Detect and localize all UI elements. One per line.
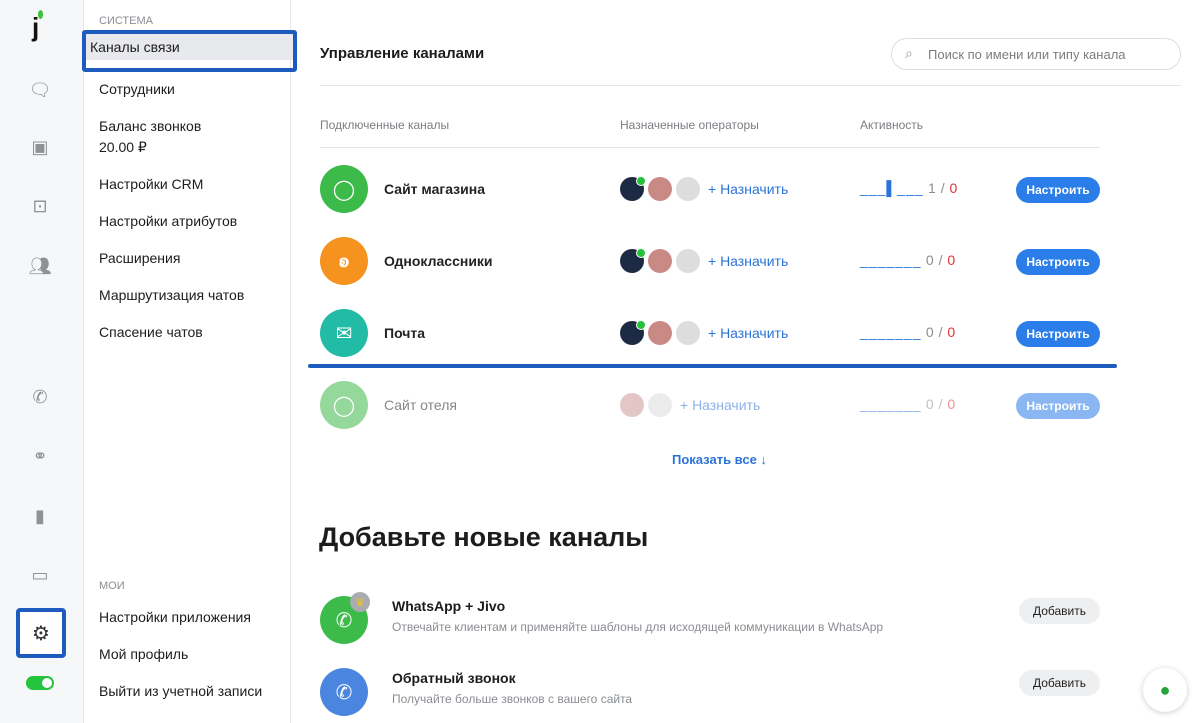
channel-description: Получайте больше звонков с вашего сайта [392,692,633,706]
menu-item-app-settings[interactable]: Настройки приложения [99,607,251,627]
settings-menu: СИСТЕМА Каналы связи Сотрудники Баланс з… [82,0,297,723]
phone-icon[interactable]: ✆ [26,383,54,411]
operator-avatar[interactable] [620,393,644,417]
channel-row: ◯ Сайт отеля + Назначить _______ 0 / 0 Н… [320,381,1100,441]
add-button[interactable]: Добавить [1019,670,1100,696]
configure-button[interactable]: Настроить [1016,177,1100,203]
menu-item-crm[interactable]: Настройки CRM [99,174,203,194]
show-all-link[interactable]: Показать все ↓ [672,452,767,467]
activity-sparkline: _______ [860,252,922,268]
assign-link[interactable]: + Назначить [708,325,788,341]
activity-count: 0 [925,252,935,268]
column-header: Активность [860,118,924,132]
activity-sparkline: _______ [860,324,922,340]
search-input[interactable]: ⌕ Поиск по имени или типу канала [891,38,1181,70]
channel-row: ◯ Сайт магазина + Назначить ___▌___ 1 / … [320,165,1100,225]
menu-item-call-balance[interactable]: Баланс звонков 20.00 ₽ [99,116,201,157]
menu-item-attributes[interactable]: Настройки атрибутов [99,211,237,231]
section-label: МОИ [99,580,125,592]
divider [320,85,1181,86]
configure-button[interactable]: Настроить [1016,393,1100,419]
activity: _______ 0 / 0 [860,324,956,340]
new-channel-callback: ✆ Обратный звонок Получайте больше звонк… [320,668,1100,718]
contacts-icon[interactable]: ▣ [26,133,54,161]
menu-item-channels[interactable]: Каналы связи [82,30,297,72]
add-channels-title: Добавьте новые каналы [319,522,649,552]
add-button[interactable]: Добавить [1019,598,1100,624]
jivo-logo-icon[interactable]: j [32,10,44,43]
main-content: Управление каналами ⌕ Поиск по имени или … [291,0,1201,723]
chats-icon[interactable]: 🗨︎ [26,76,54,104]
menu-item-employees[interactable]: Сотрудники [99,79,175,99]
help-widget-icon[interactable]: ● [1143,668,1187,712]
settings-sliders-icon[interactable]: ⚙ [16,608,66,658]
missed-count: 0 [947,396,956,412]
phone-callback-icon: ✆ [320,668,368,716]
billing-card-icon[interactable]: ▭ [26,561,54,589]
chat-bubble-icon: ◯ [320,165,368,213]
channel-row: ✉ Почта + Назначить _______ 0 / 0 Настро… [320,309,1100,369]
activity-sparkline: ___▌___ [860,180,924,196]
crown-icon: ♛ [350,592,370,612]
operator-avatar[interactable] [676,321,700,345]
operator-avatar[interactable] [676,249,700,273]
channel-name: Сайт магазина [384,181,485,197]
channel-name: Почта [384,325,426,341]
assign-link[interactable]: + Назначить [708,181,788,197]
odnoklassniki-icon: ꭷ [320,237,368,285]
activity-count: 0 [925,324,935,340]
menu-item-routing[interactable]: Маршрутизация чатов [99,285,244,305]
operator-avatar[interactable] [620,176,646,201]
chat-bubble-icon: ◯ [320,381,368,429]
missed-count: 0 [947,324,956,340]
channel-description: Отвечайте клиентам и применяйте шаблоны … [392,620,884,634]
operator-avatar[interactable] [620,248,646,273]
column-header: Назначенные операторы [620,118,759,132]
new-channel-whatsapp: ✆ ♛ WhatsApp + Jivo Отвечайте клиентам и… [320,592,1100,646]
activity-count: 0 [925,396,935,412]
operator-avatar[interactable] [648,321,672,345]
menu-item-chat-rescue[interactable]: Спасение чатов [99,322,203,342]
menu-item-logout[interactable]: Выйти из учетной записи [99,681,262,701]
missed-count: 0 [947,252,956,268]
search-icon: ⌕ [905,45,913,61]
analytics-icon[interactable]: ▮ [26,502,54,530]
assign-link[interactable]: + Назначить [708,253,788,269]
configure-button[interactable]: Настроить [1016,321,1100,347]
divider [320,147,1100,148]
operator-avatar[interactable] [620,320,646,345]
team-icon[interactable]: 👥︎ [26,252,54,280]
operator-avatar[interactable] [648,177,672,201]
highlight-underline [308,364,1117,368]
mail-icon: ✉ [320,309,368,357]
activity: ___▌___ 1 / 0 [860,180,958,196]
column-header: Подключенные каналы [320,118,450,132]
operator-avatar[interactable] [648,249,672,273]
online-status-toggle[interactable] [26,676,54,690]
channel-name: Одноклассники [384,253,493,269]
binoculars-icon[interactable]: ⚭ [26,442,54,470]
missed-count: 0 [949,180,958,196]
menu-item-extensions[interactable]: Расширения [99,248,180,268]
icon-rail: j 🗨︎ ▣ ⊡ 👥︎ ✆ ⚭ ▮ ▭ ⚙ [0,0,84,723]
channel-title: Обратный звонок [392,670,516,686]
activity: _______ 0 / 0 [860,252,956,268]
activity-count: 1 [928,180,937,196]
operator-avatar[interactable] [648,393,672,417]
section-label: СИСТЕМА [99,15,153,27]
activity: _______ 0 / 0 [860,396,956,412]
activity-sparkline: _______ [860,396,922,412]
channel-name: Сайт отеля [384,397,457,413]
presentation-icon[interactable]: ⊡ [26,192,54,220]
page-title: Управление каналами [320,45,485,62]
channel-title: WhatsApp + Jivo [392,598,506,614]
operator-avatar[interactable] [676,177,700,201]
assign-link[interactable]: + Назначить [680,397,760,413]
configure-button[interactable]: Настроить [1016,249,1100,275]
menu-item-profile[interactable]: Мой профиль [99,644,188,664]
channel-row: ꭷ Одноклассники + Назначить _______ 0 / … [320,237,1100,297]
